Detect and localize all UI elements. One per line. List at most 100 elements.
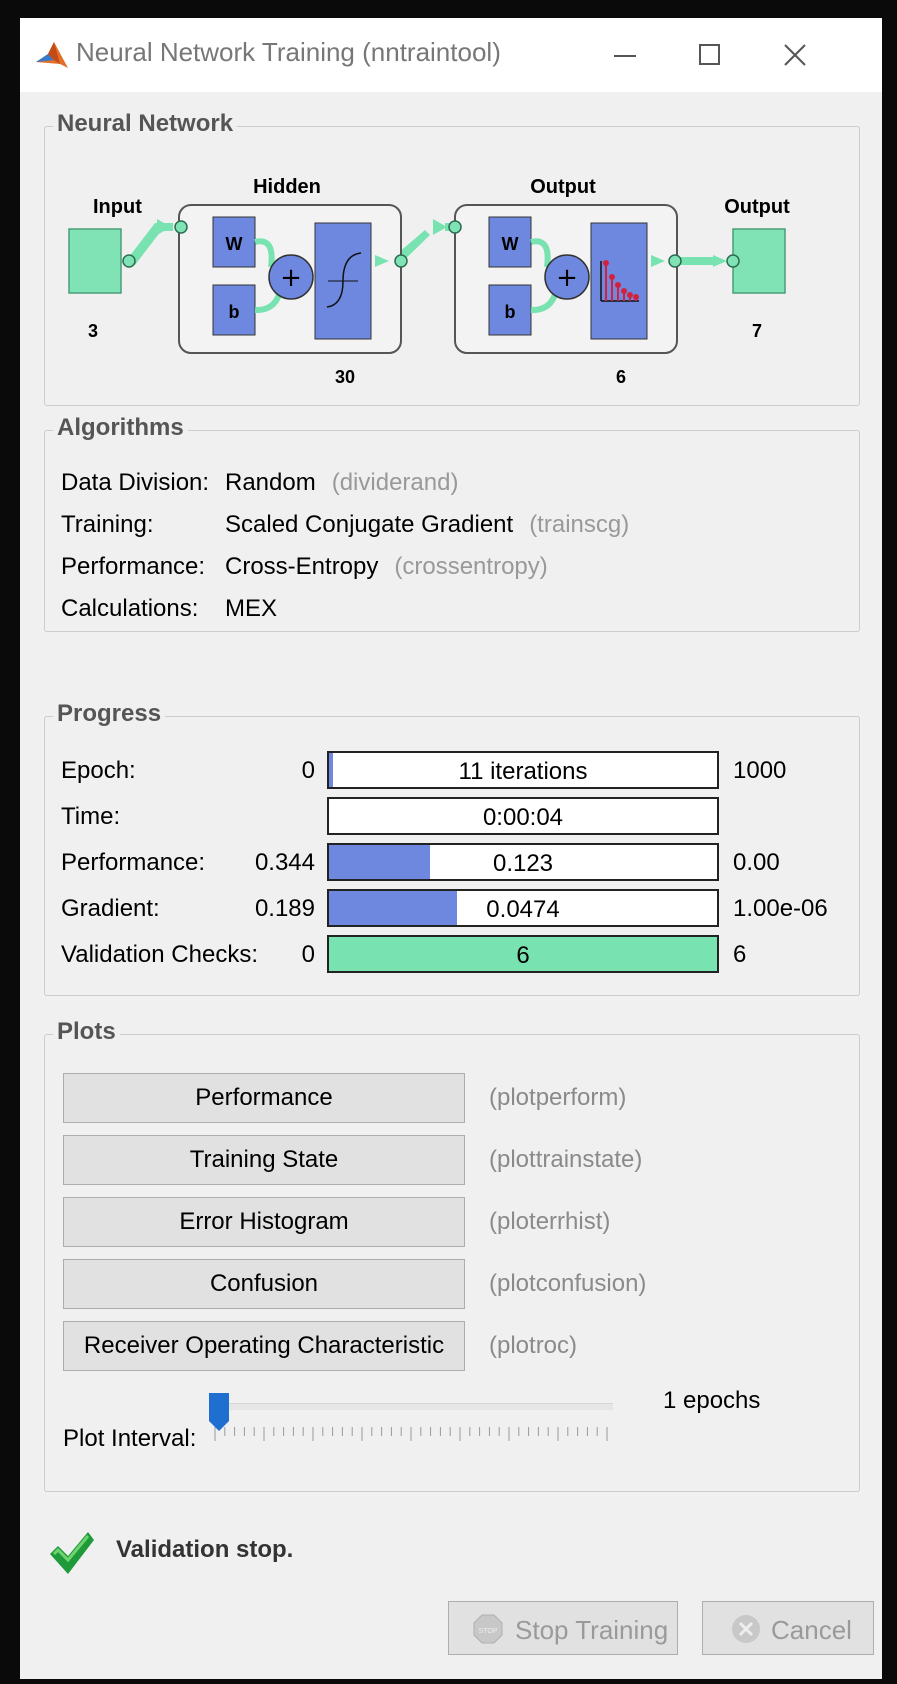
progress-bar: 6 [327, 935, 719, 973]
progress-bar: 11 iterations [327, 751, 719, 789]
input-size: 3 [88, 321, 98, 341]
nntraintool-window: Neural Network Training (nntraintool) Ne… [20, 18, 882, 1679]
hidden-weight-label: W [226, 234, 243, 254]
plots-group: Plots Performance (plotperform) Training… [44, 1018, 860, 1492]
close-icon [784, 44, 806, 66]
plot-confusion-button[interactable]: Confusion [63, 1259, 465, 1309]
output-bias-label: b [505, 302, 516, 322]
cancel-label: Cancel [771, 1615, 852, 1645]
plot-interval-slider[interactable] [209, 1393, 613, 1455]
stop-training-label: Stop Training [515, 1615, 669, 1645]
stop-icon-text: STOP [479, 1628, 498, 1635]
output-layer: Output W b + 6 [454, 176, 678, 387]
plot-roc-button[interactable]: Receiver Operating Characteristic [63, 1321, 465, 1371]
algo-function: (trainscg) [529, 511, 630, 538]
algo-value: MEX [225, 595, 278, 622]
hidden-layer: Hidden W b + 30 [178, 176, 402, 387]
output-label: Output [724, 196, 790, 218]
plot-function: (plottrainstate) [489, 1146, 643, 1173]
input-block: Input 3 [68, 196, 142, 341]
algo-value: Cross-Entropy [225, 553, 379, 580]
output-layer-label: Output [530, 176, 596, 198]
algorithms-title: Algorithms [53, 414, 188, 442]
neural-network-group: Neural Network Input 3 Hidden W b + 30 O… [44, 110, 860, 406]
output-layer-size: 6 [616, 367, 626, 387]
progress-max: 1.00e-06 [733, 895, 828, 922]
algo-function: (dividerand) [331, 469, 459, 496]
output-weight-label: W [502, 234, 519, 254]
progress-min: 0 [301, 757, 315, 784]
algo-label: Data Division: [61, 469, 210, 496]
progress-group: Progress Epoch: 0 11 iterations 1000 Tim… [44, 700, 860, 996]
progress-min: 0.189 [254, 895, 315, 922]
progress-bar: 0:00:04 [327, 797, 719, 835]
plot-function: (ploterrhist) [489, 1208, 611, 1235]
slider-thumb[interactable] [209, 1393, 229, 1431]
progress-value: 0.0474 [486, 896, 560, 923]
algorithms-group: Algorithms Data Division: Random (divider… [44, 414, 860, 632]
maximize-icon [699, 44, 720, 65]
algo-label: Calculations: [61, 595, 199, 622]
stop-icon: STOP [473, 1614, 503, 1644]
hidden-size: 30 [335, 367, 355, 387]
progress-max: 1000 [733, 757, 787, 784]
progress-row-epoch: Epoch: 0 11 iterations 1000 [45, 751, 865, 791]
progress-max: 0.00 [733, 849, 780, 876]
hidden-bias-label: b [229, 302, 240, 322]
progress-title: Progress [53, 700, 166, 728]
plot-interval-value: 1 epochs [663, 1387, 761, 1414]
minimize-icon [614, 55, 636, 57]
progress-min: 0 [301, 941, 315, 968]
plot-error-histogram-button[interactable]: Error Histogram [63, 1197, 465, 1247]
algo-function: (crossentropy) [394, 553, 548, 580]
progress-value: 6 [516, 942, 530, 969]
svg-text:+: + [280, 263, 302, 293]
progress-label: Time: [61, 803, 121, 830]
cancel-icon [732, 1615, 760, 1643]
close-button[interactable] [760, 28, 830, 82]
slider-ticks [209, 1427, 613, 1447]
plot-training-state-button[interactable]: Training State [63, 1135, 465, 1185]
output-size: 7 [752, 321, 762, 341]
progress-label: Epoch: [61, 757, 136, 784]
minimize-button[interactable] [590, 28, 660, 82]
hidden-label: Hidden [253, 176, 321, 198]
maximize-button[interactable] [675, 28, 745, 82]
plot-interval-label: Plot Interval: [63, 1425, 197, 1452]
progress-min: 0.344 [254, 849, 315, 876]
output-block: Output 7 [724, 196, 790, 341]
slider-track [209, 1403, 613, 1410]
progress-row-gradient: Gradient: 0.189 0.0474 1.00e-06 [45, 889, 865, 929]
input-label: Input [93, 196, 142, 218]
progress-row-performance: Performance: 0.344 0.123 0.00 [45, 843, 865, 883]
progress-value: 0:00:04 [482, 804, 564, 831]
svg-text:+: + [556, 263, 578, 293]
progress-value: 11 iterations [458, 758, 588, 785]
title-bar: Neural Network Training (nntraintool) [20, 18, 882, 92]
progress-label: Gradient: [61, 895, 160, 922]
plot-function: (plotconfusion) [489, 1270, 647, 1297]
progress-row-validation-checks: Validation Checks: 0 6 6 [45, 935, 865, 975]
progress-bar: 0.0474 [327, 889, 719, 927]
window-title: Neural Network Training (nntraintool) [76, 37, 501, 67]
plot-function: (plotperform) [489, 1084, 627, 1111]
algo-value: Scaled Conjugate Gradient [225, 511, 514, 538]
matlab-icon [36, 42, 68, 68]
algo-value: Random [225, 469, 316, 496]
progress-row-time: Time: 0:00:04 [45, 797, 865, 837]
check-icon [50, 1532, 94, 1574]
algo-label: Performance: [61, 553, 206, 580]
stop-training-button[interactable]: STOP Stop Training [448, 1601, 678, 1655]
input-box [68, 228, 122, 294]
plot-function: (plotroc) [489, 1332, 578, 1359]
network-diagram: Input 3 Hidden W b + 30 Output W b + 6 O… [68, 176, 790, 387]
plots-title: Plots [53, 1018, 120, 1046]
progress-bar: 0.123 [327, 843, 719, 881]
status-text: Validation stop. [116, 1536, 294, 1563]
progress-value: 0.123 [492, 850, 554, 877]
cancel-button[interactable]: Cancel [702, 1601, 874, 1655]
plot-performance-button[interactable]: Performance [63, 1073, 465, 1123]
progress-label: Performance: [61, 849, 206, 876]
output-box [732, 228, 786, 294]
algo-label: Training: [61, 511, 154, 538]
